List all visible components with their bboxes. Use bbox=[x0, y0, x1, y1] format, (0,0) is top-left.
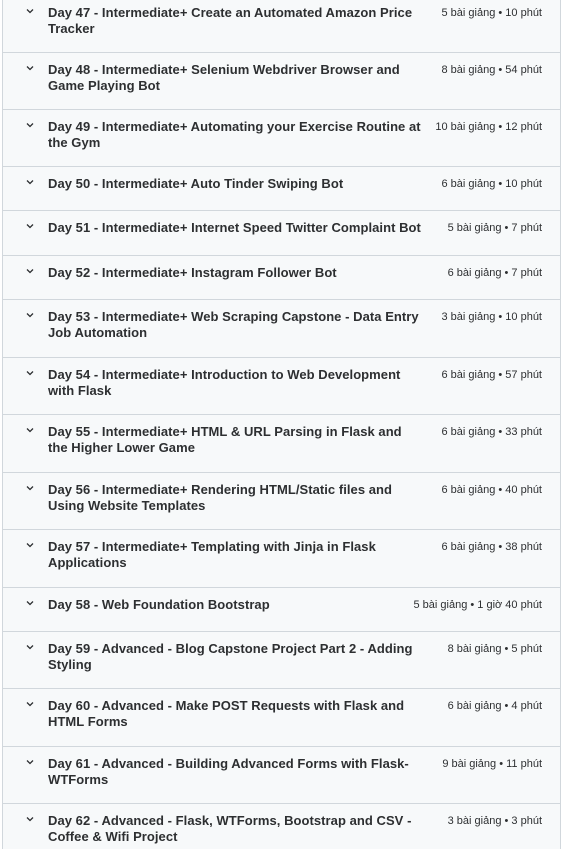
section-meta: 5 bài giảng • 10 phút bbox=[441, 7, 543, 19]
section-day-58[interactable]: Day 58 - Web Foundation Bootstrap 5 bài … bbox=[3, 588, 560, 632]
chevron-down-icon bbox=[24, 120, 36, 130]
section-day-53[interactable]: Day 53 - Intermediate+ Web Scraping Caps… bbox=[3, 300, 560, 358]
chevron-down-icon bbox=[24, 757, 36, 767]
chevron-down-icon bbox=[24, 598, 36, 608]
section-day-51[interactable]: Day 51 - Intermediate+ Internet Speed Tw… bbox=[3, 211, 560, 256]
section-day-56[interactable]: Day 56 - Intermediate+ Rendering HTML/St… bbox=[3, 473, 560, 530]
section-title: Day 48 - Intermediate+ Selenium Webdrive… bbox=[48, 62, 400, 93]
curriculum-section-list: Day 47 - Intermediate+ Create an Automat… bbox=[2, 0, 561, 849]
section-day-47[interactable]: Day 47 - Intermediate+ Create an Automat… bbox=[3, 0, 560, 53]
section-title: Day 47 - Intermediate+ Create an Automat… bbox=[48, 5, 413, 36]
section-day-50[interactable]: Day 50 - Intermediate+ Auto Tinder Swipi… bbox=[3, 167, 560, 211]
section-title: Day 49 - Intermediate+ Automating your E… bbox=[48, 119, 421, 150]
section-title: Day 53 - Intermediate+ Web Scraping Caps… bbox=[48, 309, 419, 340]
section-title: Day 62 - Advanced - Flask, WTForms, Boot… bbox=[48, 813, 412, 844]
section-meta: 6 bài giảng • 57 phút bbox=[441, 369, 543, 381]
section-day-52[interactable]: Day 52 - Intermediate+ Instagram Followe… bbox=[3, 256, 560, 300]
section-title: Day 60 - Advanced - Make POST Requests w… bbox=[48, 698, 405, 729]
section-meta: 6 bài giảng • 10 phút bbox=[441, 178, 543, 190]
section-title: Day 57 - Intermediate+ Templating with J… bbox=[48, 539, 376, 570]
chevron-down-icon bbox=[24, 310, 36, 320]
section-meta: 10 bài giảng • 12 phút bbox=[435, 121, 542, 133]
section-meta: 8 bài giảng • 5 phút bbox=[447, 643, 542, 655]
section-title: Day 50 - Intermediate+ Auto Tinder Swipi… bbox=[48, 176, 344, 191]
chevron-down-icon bbox=[24, 425, 36, 435]
section-day-60[interactable]: Day 60 - Advanced - Make POST Requests w… bbox=[3, 689, 560, 747]
chevron-down-icon bbox=[24, 642, 36, 652]
chevron-down-icon bbox=[24, 6, 36, 16]
section-title: Day 54 - Intermediate+ Introduction to W… bbox=[48, 367, 401, 398]
section-meta: 5 bài giảng • 1 giờ 40 phút bbox=[413, 599, 543, 611]
section-day-59[interactable]: Day 59 - Advanced - Blog Capstone Projec… bbox=[3, 632, 560, 689]
chevron-down-icon bbox=[24, 266, 36, 276]
section-meta: 8 bài giảng • 54 phút bbox=[441, 64, 543, 76]
section-meta: 6 bài giảng • 7 phút bbox=[447, 267, 542, 279]
section-title: Day 52 - Intermediate+ Instagram Followe… bbox=[48, 265, 337, 280]
section-day-62[interactable]: Day 62 - Advanced - Flask, WTForms, Boot… bbox=[3, 804, 560, 849]
section-day-55[interactable]: Day 55 - Intermediate+ HTML & URL Parsin… bbox=[3, 415, 560, 473]
section-title: Day 61 - Advanced - Building Advanced Fo… bbox=[48, 756, 409, 787]
chevron-down-icon bbox=[24, 540, 36, 550]
chevron-down-icon bbox=[24, 177, 36, 187]
section-meta: 3 bài giảng • 10 phút bbox=[441, 311, 543, 323]
chevron-down-icon bbox=[24, 368, 36, 378]
section-meta: 5 bài giảng • 7 phút bbox=[447, 222, 542, 234]
section-day-57[interactable]: Day 57 - Intermediate+ Templating with J… bbox=[3, 530, 560, 588]
section-meta: 6 bài giảng • 4 phút bbox=[447, 700, 542, 712]
section-title: Day 58 - Web Foundation Bootstrap bbox=[48, 597, 270, 612]
section-meta: 9 bài giảng • 11 phút bbox=[442, 758, 542, 770]
section-day-54[interactable]: Day 54 - Intermediate+ Introduction to W… bbox=[3, 358, 560, 415]
chevron-down-icon bbox=[24, 63, 36, 73]
section-title: Day 59 - Advanced - Blog Capstone Projec… bbox=[48, 641, 413, 672]
section-meta: 6 bài giảng • 33 phút bbox=[441, 426, 543, 438]
section-title: Day 51 - Intermediate+ Internet Speed Tw… bbox=[48, 220, 421, 235]
section-title: Day 56 - Intermediate+ Rendering HTML/St… bbox=[48, 482, 393, 513]
section-title: Day 55 - Intermediate+ HTML & URL Parsin… bbox=[48, 424, 402, 455]
section-meta: 6 bài giảng • 40 phút bbox=[441, 484, 543, 496]
section-meta: 3 bài giảng • 3 phút bbox=[447, 815, 542, 827]
chevron-down-icon bbox=[24, 483, 36, 493]
chevron-down-icon bbox=[24, 221, 36, 231]
chevron-down-icon bbox=[24, 814, 36, 824]
section-day-49[interactable]: Day 49 - Intermediate+ Automating your E… bbox=[3, 110, 560, 167]
section-day-48[interactable]: Day 48 - Intermediate+ Selenium Webdrive… bbox=[3, 53, 560, 110]
section-meta: 6 bài giảng • 38 phút bbox=[441, 541, 543, 553]
section-day-61[interactable]: Day 61 - Advanced - Building Advanced Fo… bbox=[3, 747, 560, 804]
chevron-down-icon bbox=[24, 699, 36, 709]
